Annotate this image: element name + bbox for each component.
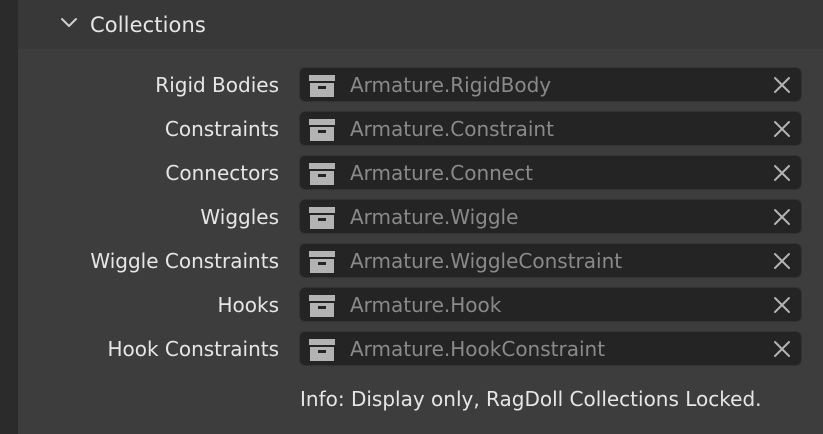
row-label: Hook Constraints [107, 337, 279, 361]
collection-field[interactable]: Armature.Constraint [299, 111, 802, 146]
row-label: Constraints [164, 117, 279, 141]
close-icon[interactable] [771, 74, 793, 96]
collection-row-rigid-bodies: Rigid Bodies Armature.RigidBody [0, 67, 823, 103]
collection-name: Armature.HookConstraint [350, 337, 606, 361]
collection-name: Armature.Wiggle [350, 205, 519, 229]
collection-field[interactable]: Armature.Connect [299, 155, 802, 190]
collection-box-icon [309, 251, 335, 273]
collection-row-constraints: Constraints Armature.Constraint [0, 111, 823, 147]
collection-row-connectors: Connectors Armature.Connect [0, 155, 823, 191]
collection-field[interactable]: Armature.Wiggle [299, 199, 802, 234]
row-label: Rigid Bodies [155, 73, 279, 97]
collection-field[interactable]: Armature.WiggleConstraint [299, 243, 802, 278]
collection-row-wiggles: Wiggles Armature.Wiggle [0, 199, 823, 235]
row-label: Connectors [165, 161, 279, 185]
close-icon[interactable] [771, 206, 793, 228]
collection-row-wiggle-constraints: Wiggle Constraints Armature.WiggleConstr… [0, 243, 823, 279]
chevron-down-icon[interactable] [58, 12, 80, 34]
row-label: Wiggles [200, 205, 279, 229]
close-icon[interactable] [771, 338, 793, 360]
info-message: Info: Display only, RagDoll Collections … [300, 387, 762, 411]
collection-box-icon [309, 75, 335, 97]
collection-field[interactable]: Armature.Hook [299, 287, 802, 322]
close-icon[interactable] [771, 294, 793, 316]
panel-title: Collections [90, 13, 206, 37]
close-icon[interactable] [771, 162, 793, 184]
collection-name: Armature.Hook [350, 293, 502, 317]
close-icon[interactable] [771, 118, 793, 140]
collection-box-icon [309, 119, 335, 141]
panel-header[interactable]: Collections [18, 0, 823, 49]
row-label: Wiggle Constraints [90, 249, 279, 273]
collection-box-icon [309, 339, 335, 361]
close-icon[interactable] [771, 250, 793, 272]
collection-field[interactable]: Armature.RigidBody [299, 67, 802, 102]
collection-field[interactable]: Armature.HookConstraint [299, 331, 802, 366]
collection-name: Armature.Connect [350, 161, 533, 185]
collection-box-icon [309, 295, 335, 317]
collection-name: Armature.RigidBody [350, 73, 552, 97]
row-label: Hooks [217, 293, 279, 317]
collection-row-hooks: Hooks Armature.Hook [0, 287, 823, 323]
collection-box-icon [309, 207, 335, 229]
collection-box-icon [309, 163, 335, 185]
collection-name: Armature.Constraint [350, 117, 554, 141]
collection-name: Armature.WiggleConstraint [350, 249, 623, 273]
collection-row-hook-constraints: Hook Constraints Armature.HookConstraint [0, 331, 823, 367]
